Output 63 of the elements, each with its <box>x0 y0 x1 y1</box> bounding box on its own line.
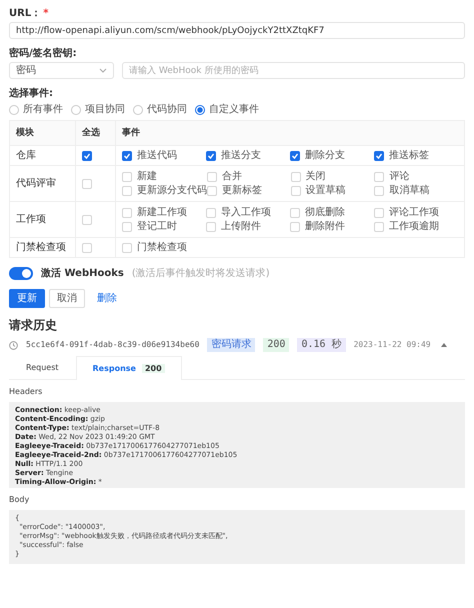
event-checkbox[interactable]: 工作项逾期 <box>374 220 458 233</box>
tab[interactable]: Response 200 <box>76 356 182 380</box>
action-button[interactable]: 更新 <box>9 289 45 308</box>
event-checkbox[interactable]: 关闭 <box>290 170 374 183</box>
tab[interactable]: Request <box>9 356 76 379</box>
secret-field[interactable]: 请输入 WebHook 所使用的密码 <box>122 62 465 79</box>
field-label: 选择事件: <box>9 88 53 99</box>
hint-text: (激活后事件触发时将发送请求) <box>132 266 270 281</box>
column-header: 全选 <box>82 126 100 140</box>
event-checkbox[interactable]: 删除附件 <box>290 220 374 233</box>
event-checkbox[interactable]: 更新标签 <box>207 184 291 197</box>
chevron-down-icon <box>99 68 107 73</box>
event-checkbox[interactable]: 取消草稿 <box>374 184 458 197</box>
module-name: 门禁检查项 <box>16 240 66 255</box>
event-radio[interactable]: 所有事件 <box>9 102 63 117</box>
toggle-label: 激活 WebHooks <box>41 266 124 281</box>
field-label: URL： <box>9 7 42 20</box>
event-checkbox[interactable]: 删除分支 <box>290 149 374 162</box>
event-checkbox[interactable]: 评论 <box>374 170 458 183</box>
check-icon <box>123 152 131 160</box>
check-icon <box>291 152 299 160</box>
section-label: Headers <box>9 386 44 398</box>
caret-icon[interactable] <box>440 343 447 347</box>
event-checkbox[interactable]: 评论工作项 <box>374 206 458 219</box>
column-header: 模块 <box>16 126 34 140</box>
event-checkbox[interactable]: 更新源分支代码 <box>122 184 207 197</box>
section-title: 请求历史 <box>9 317 58 334</box>
module-name: 工作项 <box>16 213 46 227</box>
module-name: 代码评审 <box>16 176 56 191</box>
check-icon <box>83 152 91 160</box>
check-icon <box>207 152 215 160</box>
event-checkbox[interactable]: 新建工作项 <box>122 206 206 219</box>
event-radio[interactable]: 自定义事件 <box>195 102 259 117</box>
select-all-checkbox[interactable] <box>82 150 92 160</box>
event-checkbox[interactable]: 合并 <box>207 170 291 183</box>
event-radio[interactable]: 代码协同 <box>133 102 187 117</box>
request-id: 5cc1e6f4-091f-4dab-8c39-d06e9134be60 <box>26 339 200 351</box>
event-checkbox[interactable]: 门禁检查项 <box>122 241 206 254</box>
type-tag: 密码请求 <box>207 338 256 352</box>
request-time: 2023-11-22 09:49 <box>354 339 431 351</box>
toggle-switch[interactable] <box>9 267 33 280</box>
event-checkbox[interactable]: 推送标签 <box>374 149 458 162</box>
type-select[interactable]: 密码 <box>9 62 114 79</box>
field-label: 密码/签名密钥: <box>9 48 77 59</box>
module-name: 仓库 <box>16 148 36 163</box>
column-header: 事件 <box>122 126 140 140</box>
check-icon <box>375 152 383 160</box>
required-mark: * <box>43 7 48 20</box>
event-checkbox[interactable]: 设置草稿 <box>290 184 374 197</box>
event-checkbox[interactable]: 新建 <box>122 170 207 183</box>
url-field[interactable]: http://flow-openapi.aliyun.com/scm/webhook/pLyOojyckY2ttXZtqKF7 <box>9 22 465 39</box>
action-button[interactable]: 取消 <box>49 289 85 308</box>
status-tag: 200 <box>263 338 290 352</box>
section-label: Body <box>9 494 30 506</box>
event-radio[interactable]: 项目协同 <box>71 102 125 117</box>
event-checkbox[interactable]: 推送分支 <box>206 149 290 162</box>
event-checkbox[interactable]: 登记工时 <box>122 220 206 233</box>
event-checkbox[interactable]: 彻底删除 <box>290 206 374 219</box>
event-checkbox[interactable]: 导入工作项 <box>206 206 290 219</box>
event-checkbox[interactable]: 上传附件 <box>206 220 290 233</box>
duration-tag: 0.16 秒 <box>297 338 346 352</box>
event-checkbox[interactable]: 推送代码 <box>122 149 206 162</box>
clock-icon <box>9 340 18 350</box>
